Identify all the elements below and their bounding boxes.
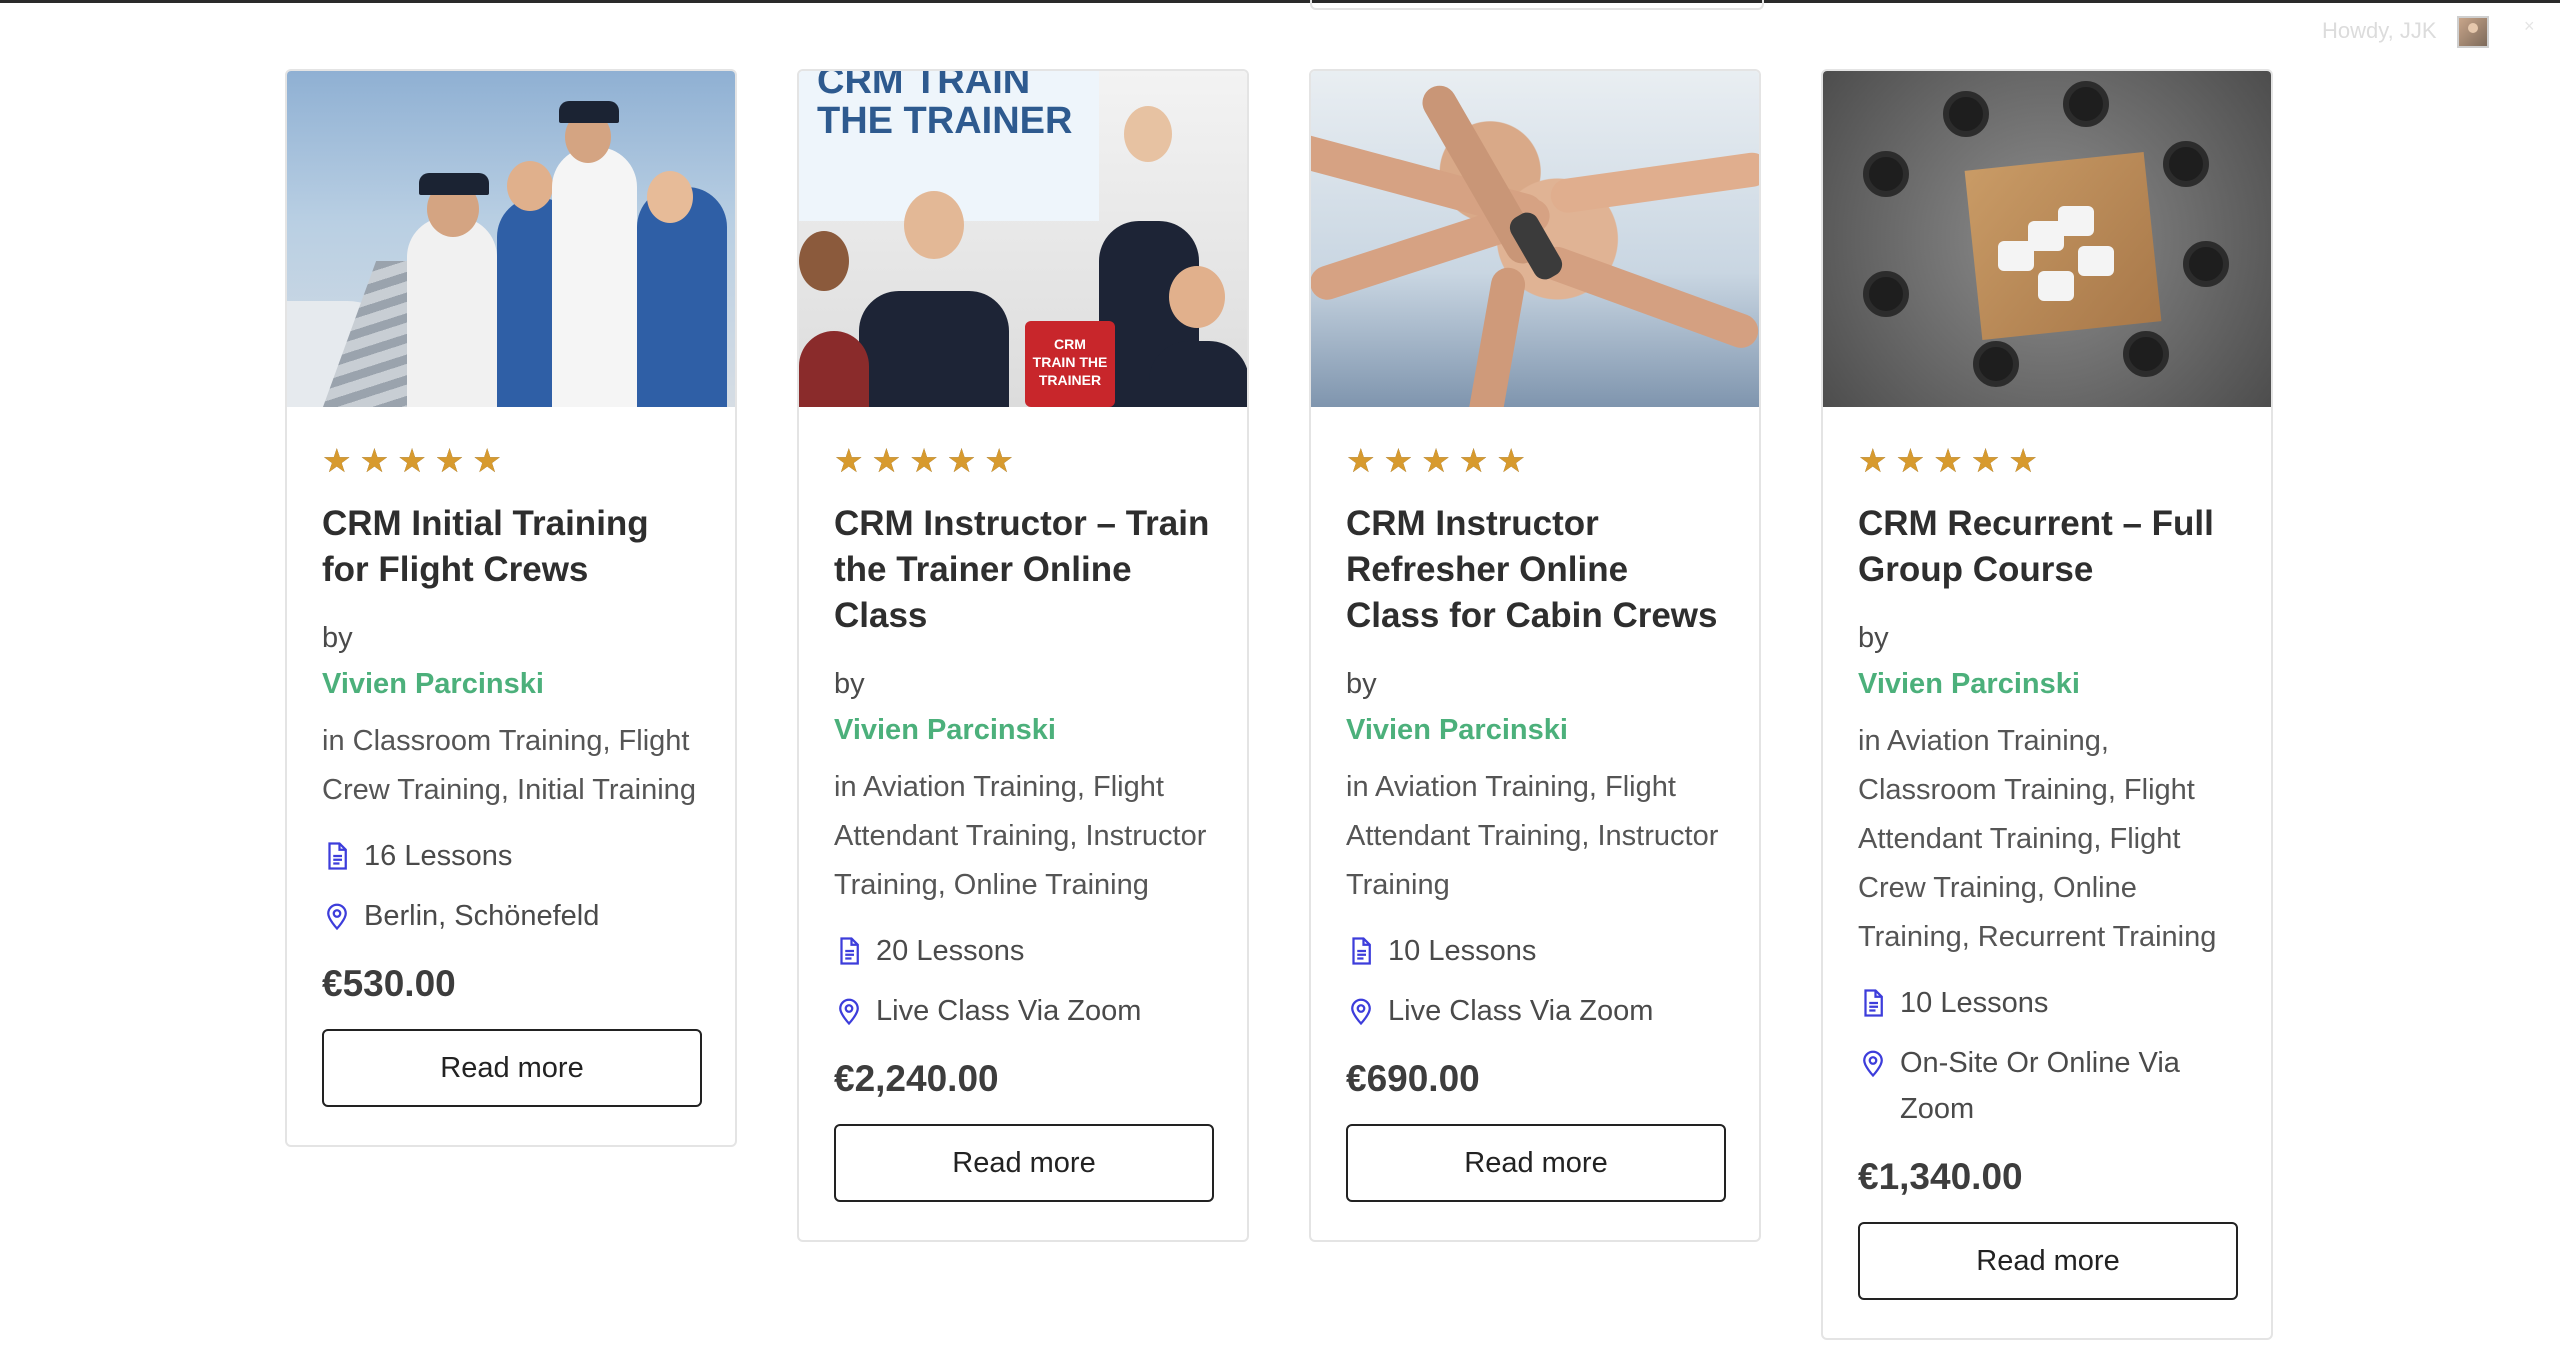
star-icon: ★ <box>1858 442 1888 479</box>
location-text: Berlin, Schönefeld <box>364 900 600 932</box>
star-icon: ★ <box>322 442 352 479</box>
location-text: On-Site Or Online Via Zoom <box>1900 1047 2180 1125</box>
board-text: THE TRAINER <box>817 100 1073 142</box>
course-location: Live Class Via Zoom <box>834 988 1212 1034</box>
avatar[interactable] <box>2457 16 2489 48</box>
close-icon[interactable]: × <box>2524 16 2535 37</box>
course-card: ★ ★ ★ ★ ★ CRM Recurrent – Full Group Cou… <box>1821 69 2273 1340</box>
star-icon: ★ <box>834 442 864 479</box>
map-pin-icon <box>1346 996 1376 1026</box>
author-link[interactable]: Vivien Parcinski <box>322 661 700 707</box>
by-label: by <box>1858 622 1889 654</box>
star-icon: ★ <box>434 442 465 479</box>
document-icon <box>1346 936 1376 966</box>
course-card: ★ ★ ★ ★ ★ CRM Initial Training for Fligh… <box>285 69 737 1147</box>
course-image[interactable] <box>1823 71 2271 407</box>
star-icon: ★ <box>909 442 939 479</box>
author-link[interactable]: Vivien Parcinski <box>834 707 1212 753</box>
star-icon: ★ <box>1933 442 1963 479</box>
lesson-count: 16 Lessons <box>322 833 700 879</box>
rating-stars: ★ ★ ★ ★ ★ <box>1858 443 2236 479</box>
lesson-count: 10 Lessons <box>1858 980 2236 1026</box>
read-more-button[interactable]: Read more <box>322 1029 702 1107</box>
location-text: Live Class Via Zoom <box>1388 995 1654 1027</box>
star-icon: ★ <box>359 442 390 479</box>
read-more-button[interactable]: Read more <box>1346 1124 1726 1202</box>
read-more-button[interactable]: Read more <box>1858 1222 2238 1300</box>
course-title[interactable]: CRM Instructor – Train the Trainer Onlin… <box>834 501 1212 639</box>
star-icon: ★ <box>1383 442 1414 479</box>
star-icon: ★ <box>1458 442 1489 479</box>
map-pin-icon <box>834 996 864 1026</box>
course-card: CRM TRAIN THE TRAINER CRM TRAIN THE TRAINE… <box>797 69 1249 1242</box>
user-greeting[interactable]: Howdy, JJK <box>2322 18 2437 44</box>
by-label: by <box>1346 668 1377 700</box>
lesson-count: 20 Lessons <box>834 928 1212 974</box>
course-image[interactable] <box>287 71 735 407</box>
course-price: €2,240.00 <box>834 1058 999 1099</box>
by-label: by <box>834 668 865 700</box>
course-price: €530.00 <box>322 963 456 1004</box>
lesson-count: 10 Lessons <box>1346 928 1724 974</box>
star-icon: ★ <box>1970 442 2001 479</box>
map-pin-icon <box>322 901 352 931</box>
course-image[interactable] <box>1311 71 1759 407</box>
lesson-count-text: 10 Lessons <box>1900 987 2049 1019</box>
rating-stars: ★ ★ ★ ★ ★ <box>834 443 1212 479</box>
location-text: Live Class Via Zoom <box>876 995 1142 1027</box>
star-icon: ★ <box>871 442 902 479</box>
course-categories[interactable]: in Classroom Training, Flight Crew Train… <box>322 717 700 815</box>
course-categories[interactable]: in Aviation Training, Flight Attendant T… <box>1346 763 1724 910</box>
star-icon: ★ <box>397 442 427 479</box>
course-title[interactable]: CRM Initial Training for Flight Crews <box>322 501 700 593</box>
star-icon: ★ <box>2008 442 2038 479</box>
course-location: Live Class Via Zoom <box>1346 988 1724 1034</box>
star-icon: ★ <box>1421 442 1451 479</box>
lesson-count-text: 16 Lessons <box>364 840 513 872</box>
document-icon <box>834 936 864 966</box>
author-link[interactable]: Vivien Parcinski <box>1346 707 1724 753</box>
star-icon: ★ <box>472 442 502 479</box>
rating-stars: ★ ★ ★ ★ ★ <box>322 443 700 479</box>
lesson-count-text: 10 Lessons <box>1388 935 1537 967</box>
document-icon <box>322 841 352 871</box>
read-more-button[interactable]: Read more <box>834 1124 1214 1202</box>
author-link[interactable]: Vivien Parcinski <box>1858 661 2236 707</box>
course-categories[interactable]: in Aviation Training, Classroom Training… <box>1858 717 2236 962</box>
star-icon: ★ <box>1496 442 1526 479</box>
by-label: by <box>322 622 353 654</box>
star-icon: ★ <box>1895 442 1926 479</box>
document-icon <box>1858 988 1888 1018</box>
course-image[interactable]: CRM TRAIN THE TRAINER CRM TRAIN THE TRAINE… <box>799 71 1247 407</box>
course-title[interactable]: CRM Instructor Refresher Online Class fo… <box>1346 501 1724 639</box>
course-price: €690.00 <box>1346 1058 1480 1099</box>
board-text: CRM TRAIN <box>817 71 1031 102</box>
top-border <box>0 0 2560 3</box>
case-label: CRM TRAIN THE TRAINER <box>1025 321 1115 407</box>
course-card: ★ ★ ★ ★ ★ CRM Instructor Refresher Onlin… <box>1309 69 1761 1242</box>
lesson-count-text: 20 Lessons <box>876 935 1025 967</box>
course-title[interactable]: CRM Recurrent – Full Group Course <box>1858 501 2236 593</box>
course-location: On-Site Or Online Via Zoom <box>1858 1040 2236 1132</box>
course-categories[interactable]: in Aviation Training, Flight Attendant T… <box>834 763 1212 910</box>
rating-stars: ★ ★ ★ ★ ★ <box>1346 443 1724 479</box>
star-icon: ★ <box>1346 442 1376 479</box>
course-price: €1,340.00 <box>1858 1156 2023 1197</box>
map-pin-icon <box>1858 1048 1888 1078</box>
star-icon: ★ <box>946 442 977 479</box>
top-dropdown-tab <box>1310 0 1764 10</box>
star-icon: ★ <box>984 442 1014 479</box>
course-location: Berlin, Schönefeld <box>322 893 700 939</box>
